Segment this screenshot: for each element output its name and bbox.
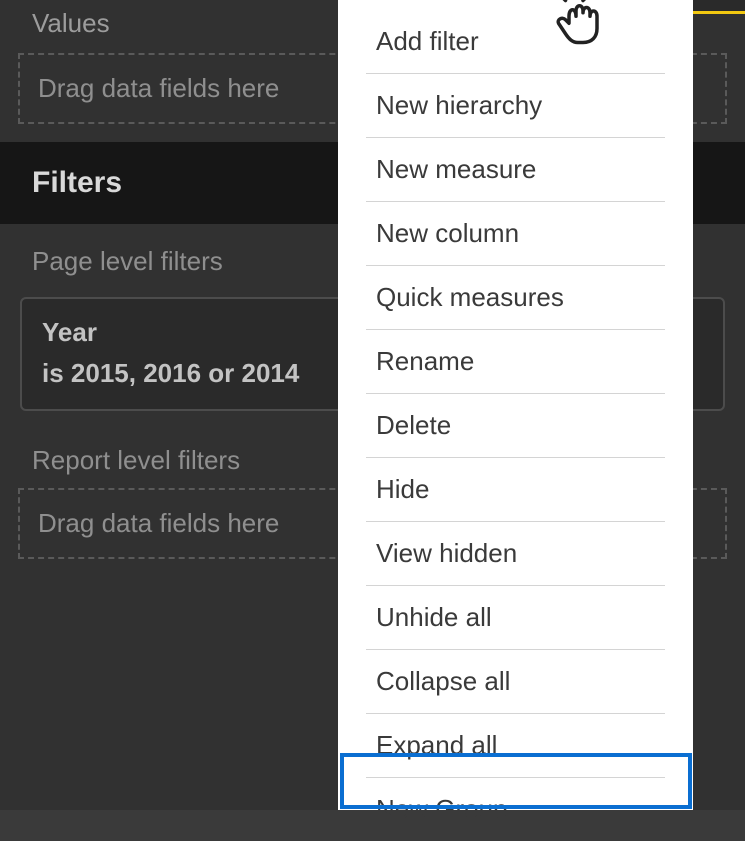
menu-item-unhide-all[interactable]: Unhide all	[366, 586, 665, 650]
menu-item-new-hierarchy[interactable]: New hierarchy	[366, 74, 665, 138]
menu-item-delete[interactable]: Delete	[366, 394, 665, 458]
menu-item-view-hidden[interactable]: View hidden	[366, 522, 665, 586]
field-context-menu: Add filter New hierarchy New measure New…	[338, 0, 693, 810]
menu-item-new-column[interactable]: New column	[366, 202, 665, 266]
menu-item-new-measure[interactable]: New measure	[366, 138, 665, 202]
menu-item-rename[interactable]: Rename	[366, 330, 665, 394]
ribbon-accent-strip	[685, 0, 745, 14]
menu-item-expand-all[interactable]: Expand all	[366, 714, 665, 778]
menu-item-collapse-all[interactable]: Collapse all	[366, 650, 665, 714]
menu-item-quick-measures[interactable]: Quick measures	[366, 266, 665, 330]
menu-item-hide[interactable]: Hide	[366, 458, 665, 522]
menu-item-add-filter[interactable]: Add filter	[366, 10, 665, 74]
